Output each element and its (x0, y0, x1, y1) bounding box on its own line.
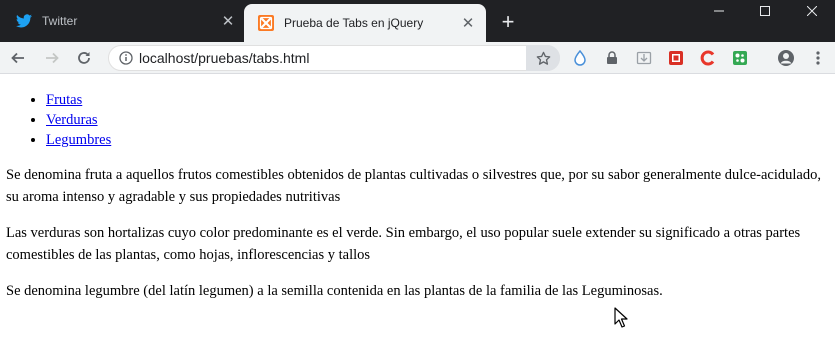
link-frutas[interactable]: Frutas (46, 92, 82, 108)
minimize-icon[interactable] (696, 0, 742, 22)
tab-prueba-de-tabs[interactable]: Prueba de Tabs en jQuery ✕ (244, 4, 486, 42)
pdf-extension-icon[interactable] (666, 48, 686, 68)
link-verduras[interactable]: Verduras (46, 112, 98, 128)
green-extension-icon[interactable] (730, 48, 750, 68)
maximize-icon[interactable] (742, 0, 788, 22)
url-text: localhost/pruebas/tabs.html (139, 50, 310, 66)
profile-avatar-icon[interactable] (776, 48, 796, 68)
list-item: Frutas (46, 90, 835, 110)
info-icon[interactable] (113, 45, 139, 71)
window-close-icon[interactable] (789, 0, 835, 22)
lock-extension-icon[interactable] (602, 48, 622, 68)
bookmark-star-icon[interactable] (526, 45, 560, 71)
back-icon[interactable] (6, 46, 30, 70)
list-item: Verduras (46, 110, 835, 130)
mouse-cursor-icon (614, 307, 628, 334)
tab-title: Prueba de Tabs en jQuery (284, 16, 424, 30)
forward-icon[interactable] (40, 46, 64, 70)
tab-twitter[interactable]: Twitter ✕ (0, 0, 246, 42)
link-legumbres[interactable]: Legumbres (46, 132, 111, 148)
reload-icon[interactable] (72, 46, 96, 70)
xampp-icon (258, 15, 274, 31)
paragraph-legumbres: Se denomina legumbre (del latín legumen)… (6, 283, 663, 299)
list-item: Legumbres (46, 130, 835, 150)
twitter-icon (16, 13, 32, 29)
tabs-list: Frutas Verduras Legumbres (6, 90, 835, 150)
toolbar: localhost/pruebas/tabs.html (0, 42, 835, 74)
close-tab-icon[interactable]: ✕ (218, 11, 238, 31)
address-bar[interactable]: localhost/pruebas/tabs.html (108, 45, 560, 71)
page-content: Frutas Verduras Legumbres Se denomina fr… (6, 74, 835, 302)
close-tab-icon[interactable]: ✕ (458, 13, 478, 33)
paragraph-frutas: Se denomina fruta a aquellos frutos come… (6, 167, 821, 205)
more-menu-icon[interactable] (808, 48, 828, 68)
tab-strip: Twitter ✕ Prueba de Tabs en jQuery ✕ + (0, 0, 835, 42)
extension-drop-icon[interactable] (570, 48, 590, 68)
new-tab-button[interactable]: + (494, 8, 522, 36)
download-extension-icon[interactable] (634, 48, 654, 68)
paragraph-verduras: Las verduras son hortalizas cuyo color p… (6, 225, 801, 263)
tab-title: Twitter (42, 14, 78, 28)
c-extension-icon[interactable] (698, 48, 718, 68)
